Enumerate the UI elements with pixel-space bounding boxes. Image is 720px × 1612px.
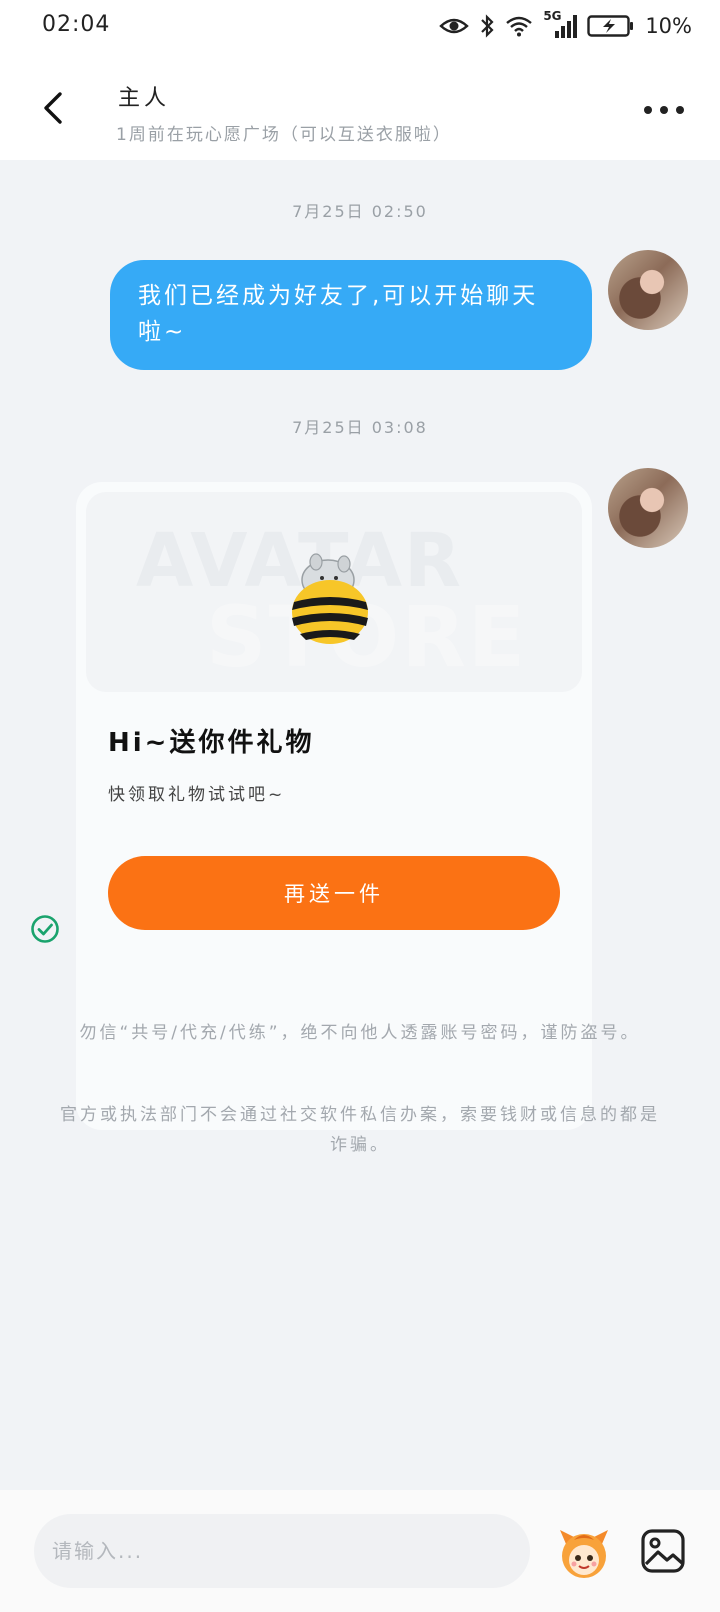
avatar[interactable] <box>608 250 688 330</box>
gift-description: 快领取礼物试试吧~ <box>108 785 286 805</box>
battery-percent: 10% <box>645 14 692 38</box>
avatar[interactable] <box>608 468 688 548</box>
sticker-button[interactable] <box>556 1524 612 1580</box>
contact-name: 主人 <box>118 86 171 111</box>
fraud-notice: 官方或执法部门不会通过社交软件私信办案，索要钱财或信息的都是诈骗。 <box>60 1105 660 1155</box>
gift-title: Hi~送你件礼物 <box>108 728 315 758</box>
more-dot <box>676 106 684 114</box>
send-another-button[interactable]: 再送一件 <box>108 856 560 930</box>
message-input[interactable] <box>34 1514 530 1588</box>
signal-icon: 5G <box>543 9 578 39</box>
more-dot <box>660 106 668 114</box>
check-circle-icon <box>31 915 59 943</box>
more-dots-icon <box>644 106 652 114</box>
more-button[interactable] <box>644 100 684 120</box>
bluetooth-icon <box>481 14 494 38</box>
battery-charging-icon <box>587 15 634 37</box>
back-arrow-icon <box>44 92 62 124</box>
message-timestamp: 7月25日 02:50 <box>292 202 428 221</box>
chat-header: 主人 1周前在玩心愿广场（可以互送衣服啦） <box>0 52 720 160</box>
chat-area[interactable]: 7月25日 02:50 我们已经成为好友了,可以开始聊天啦~ 7月25日 03:… <box>0 160 720 1490</box>
mascot-icon <box>560 1530 608 1578</box>
security-notice: 勿信“共号/代充/代练”，绝不向他人透露账号密码，谨防盗号。 <box>79 1023 641 1043</box>
bee-plush-icon <box>292 553 368 644</box>
gift-image: AVATAR STORE <box>86 492 582 692</box>
back-button[interactable] <box>34 88 74 128</box>
contact-status: 1周前在玩心愿广场（可以互送衣服啦） <box>116 125 452 145</box>
image-button[interactable] <box>640 1528 686 1574</box>
message-timestamp: 7月25日 03:08 <box>292 418 428 437</box>
status-time: 02:04 <box>42 12 111 37</box>
eye-icon <box>439 18 470 34</box>
status-icons: 5G 10% <box>439 9 692 40</box>
wifi-icon <box>506 16 533 37</box>
input-bar <box>0 1490 720 1612</box>
message-bubble[interactable]: 我们已经成为好友了,可以开始聊天啦~ <box>110 260 592 370</box>
image-icon <box>641 1529 685 1573</box>
status-bar: 02:04 5G 10% <box>0 0 720 52</box>
